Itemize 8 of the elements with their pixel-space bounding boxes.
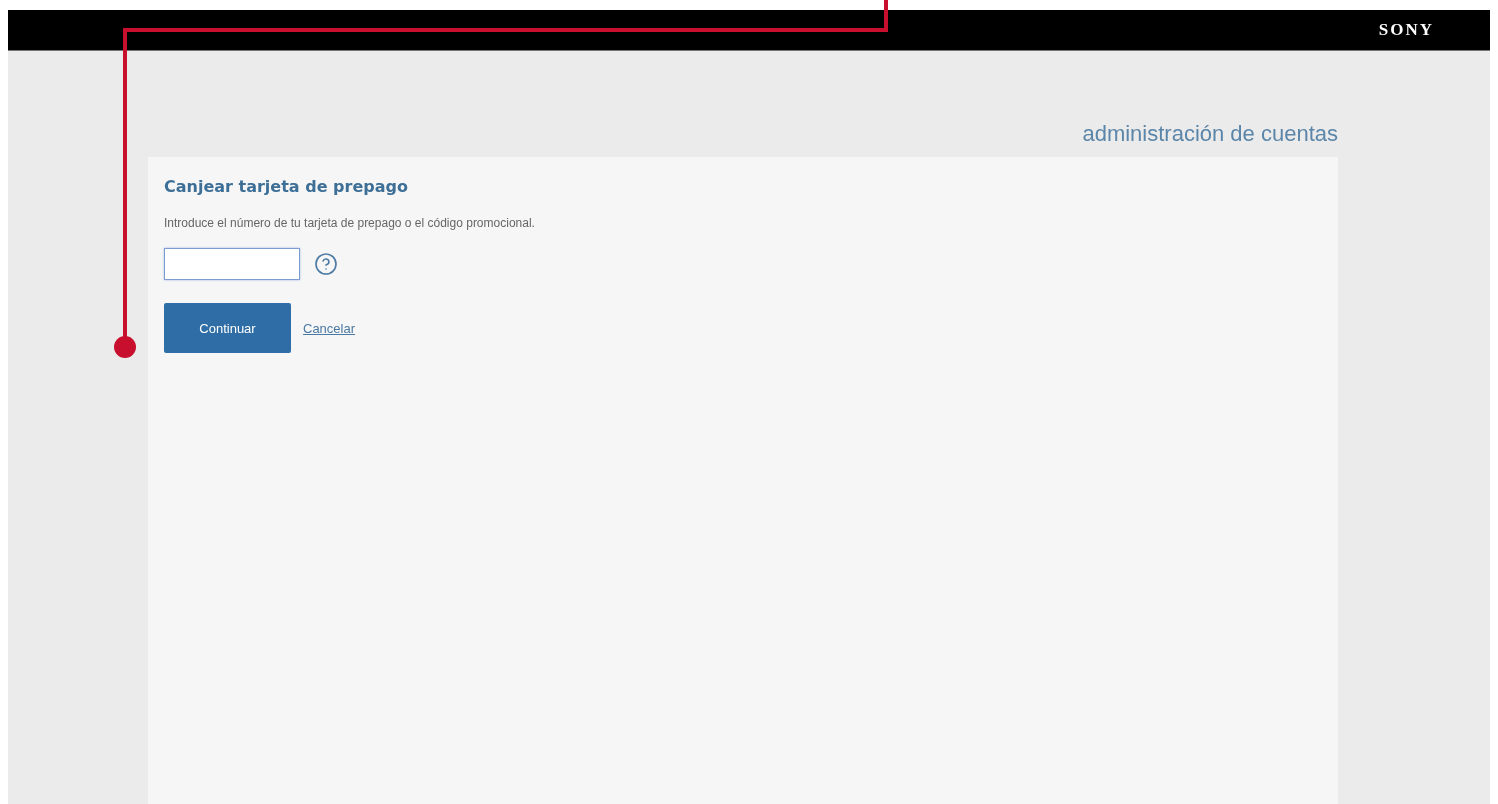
section-title: administración de cuentas [1082,121,1338,147]
card-title: Canjear tarjeta de prepago [164,177,408,196]
help-icon[interactable] [314,252,338,276]
instructions: Introduce el número de tu tarjeta de prepago o el código promocional. [164,216,535,230]
continue-button[interactable]: Continuar [164,303,291,353]
code-field[interactable] [164,248,300,280]
cancel-link[interactable]: Cancelar [303,320,356,336]
logo: SONY [1378,20,1434,40]
